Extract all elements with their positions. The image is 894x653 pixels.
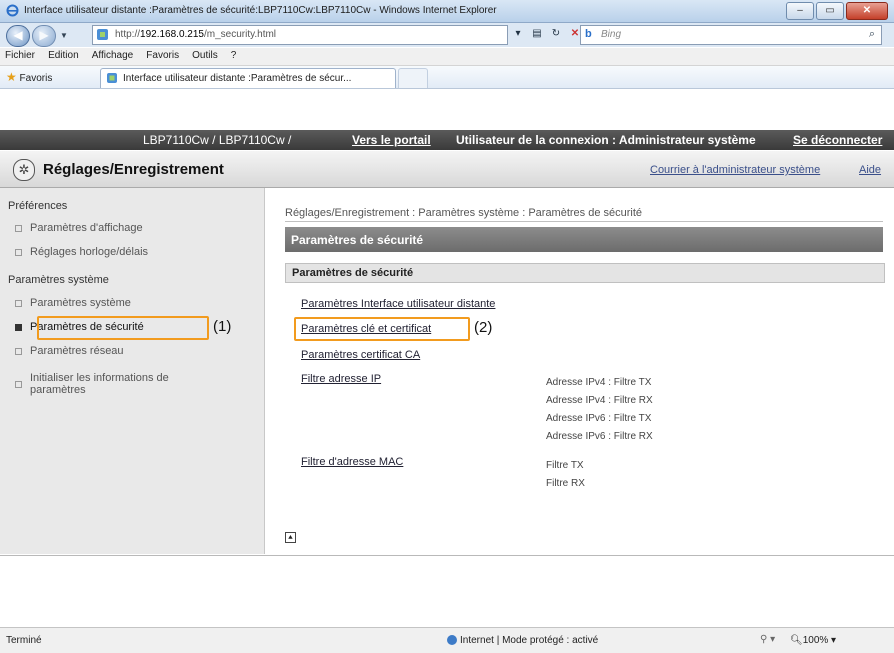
address-bar[interactable]: http://192.168.0.215/m_security.html xyxy=(92,25,508,45)
ip-filter-info: Adresse IPv6 : Filtre TX xyxy=(546,413,652,424)
mail-admin-link[interactable]: Courrier à l'administrateur système xyxy=(650,164,820,176)
sidebar-section-preferences: Préférences xyxy=(8,200,68,212)
settings-gear-icon: ✲ xyxy=(13,159,35,181)
back-button[interactable]: ◀ xyxy=(6,25,30,47)
window-title: Interface utilisateur distante :Paramètr… xyxy=(24,5,497,16)
content-divider xyxy=(0,555,894,556)
compatibility-view-icon[interactable]: ▤ xyxy=(529,26,545,42)
page-favicon-icon xyxy=(97,29,108,40)
bullet-active-icon xyxy=(15,324,22,331)
globe-icon xyxy=(447,635,457,646)
bullet-icon xyxy=(15,249,22,256)
sidebar-section-system: Paramètres système xyxy=(8,274,109,286)
bullet-icon xyxy=(15,300,22,307)
device-name: LBP7110Cw / LBP7110Cw / xyxy=(143,133,292,147)
ca-certificate-settings-link[interactable]: Paramètres certificat CA xyxy=(301,349,420,361)
zoom-level[interactable]: 🔍︎100% ▾ xyxy=(790,635,836,646)
mac-filter-info: Filtre RX xyxy=(546,478,585,489)
mac-filter-info: Filtre TX xyxy=(546,460,584,471)
ip-filter-info: Adresse IPv4 : Filtre RX xyxy=(546,395,653,406)
mac-address-filter-link[interactable]: Filtre d'adresse MAC xyxy=(301,456,403,468)
forward-button[interactable]: ▶ xyxy=(32,25,56,47)
portal-link[interactable]: Vers le portail xyxy=(352,133,431,147)
section-header: Paramètres de sécurité xyxy=(285,227,883,252)
window-title-bar: Interface utilisateur distante :Paramètr… xyxy=(0,0,894,23)
history-dropdown-icon[interactable]: ▼ xyxy=(60,31,68,40)
address-row: ◀ ▶ ▼ http://192.168.0.215/m_security.ht… xyxy=(0,23,894,47)
page-title: Réglages/Enregistrement xyxy=(43,161,224,178)
sidebar-item-network-settings[interactable]: Paramètres réseau xyxy=(15,345,124,357)
main-content: Réglages/Enregistrement : Paramètres sys… xyxy=(265,188,894,554)
login-user-label: Utilisateur de la connexion : Administra… xyxy=(456,133,756,147)
star-icon: ★ xyxy=(6,70,17,84)
callout-2: (2) xyxy=(474,319,493,336)
minimize-button[interactable]: – xyxy=(786,2,814,20)
menu-tools[interactable]: Outils xyxy=(187,48,223,61)
sidebar-item-clock-settings[interactable]: Réglages horloge/délais xyxy=(15,246,148,258)
subsection-header: Paramètres de sécurité xyxy=(285,263,885,283)
ip-filter-info: Adresse IPv6 : Filtre RX xyxy=(546,431,653,442)
tab-title: Interface utilisateur distante :Paramètr… xyxy=(123,73,352,84)
menu-file[interactable]: Fichier xyxy=(0,48,40,61)
sidebar: Préférences Paramètres d'affichage Régla… xyxy=(0,188,265,554)
bullet-icon xyxy=(15,348,22,355)
breadcrumb-divider xyxy=(285,221,883,222)
search-placeholder: Bing xyxy=(601,29,622,40)
sidebar-item-display-settings[interactable]: Paramètres d'affichage xyxy=(15,222,143,234)
menu-edit[interactable]: Edition xyxy=(43,48,84,61)
search-icon[interactable]: ⌕ xyxy=(869,28,875,41)
remote-ui-settings-link[interactable]: Paramètres Interface utilisateur distant… xyxy=(301,298,495,310)
bullet-icon xyxy=(15,225,22,232)
favorites-bar: ★ Favoris Interface utilisateur distante… xyxy=(0,66,894,89)
page-top-icon[interactable]: ⯅ xyxy=(285,532,296,543)
callout-1: (1) xyxy=(213,318,232,335)
menu-help[interactable]: ? xyxy=(226,48,242,61)
favorites-button[interactable]: ★ Favoris xyxy=(6,70,52,84)
logout-link[interactable]: Se déconnecter xyxy=(793,133,882,147)
highlight-box-2 xyxy=(294,317,470,341)
highlight-box-1 xyxy=(37,316,209,340)
internet-explorer-icon xyxy=(6,4,19,17)
bing-logo-icon: b xyxy=(585,28,592,40)
top-nav-bar: LBP7110Cw / LBP7110Cw / Vers le portail … xyxy=(0,130,894,150)
close-button[interactable]: ✕ xyxy=(846,2,888,20)
status-bar: Terminé Internet | Mode protégé : activé… xyxy=(0,627,894,653)
favorites-label: Favoris xyxy=(19,73,53,84)
breadcrumb: Réglages/Enregistrement : Paramètres sys… xyxy=(285,207,643,219)
browser-tab[interactable]: Interface utilisateur distante :Paramètr… xyxy=(100,68,396,88)
security-zone[interactable]: Internet | Mode protégé : activé xyxy=(447,635,598,646)
dropdown-icon[interactable]: ▾ xyxy=(510,26,526,42)
help-link[interactable]: Aide xyxy=(859,164,881,176)
search-input[interactable]: b Bing ⌕ xyxy=(580,25,882,45)
bullet-icon xyxy=(15,381,22,388)
page-header: ✲ Réglages/Enregistrement Courrier à l'a… xyxy=(0,151,894,188)
ip-filter-info: Adresse IPv4 : Filtre TX xyxy=(546,377,652,388)
maximize-button[interactable]: ▭ xyxy=(816,2,844,20)
menu-bar: Fichier Edition Affichage Favoris Outils… xyxy=(0,48,894,66)
menu-favorites[interactable]: Favoris xyxy=(141,48,184,61)
ip-address-filter-link[interactable]: Filtre adresse IP xyxy=(301,373,381,385)
status-text: Terminé xyxy=(6,635,42,646)
new-tab-button[interactable] xyxy=(398,68,428,88)
tab-favicon-icon xyxy=(107,73,117,83)
sidebar-item-init-settings[interactable]: Initialiser les informations de paramètre… xyxy=(15,372,169,396)
refresh-icon[interactable]: ↻ xyxy=(548,26,564,42)
sidebar-item-system-settings[interactable]: Paramètres système xyxy=(15,297,131,309)
protected-mode-icon[interactable]: ⚲ ▾ xyxy=(760,634,775,645)
url-text: http://192.168.0.215/m_security.html xyxy=(115,29,277,40)
menu-view[interactable]: Affichage xyxy=(87,48,139,61)
